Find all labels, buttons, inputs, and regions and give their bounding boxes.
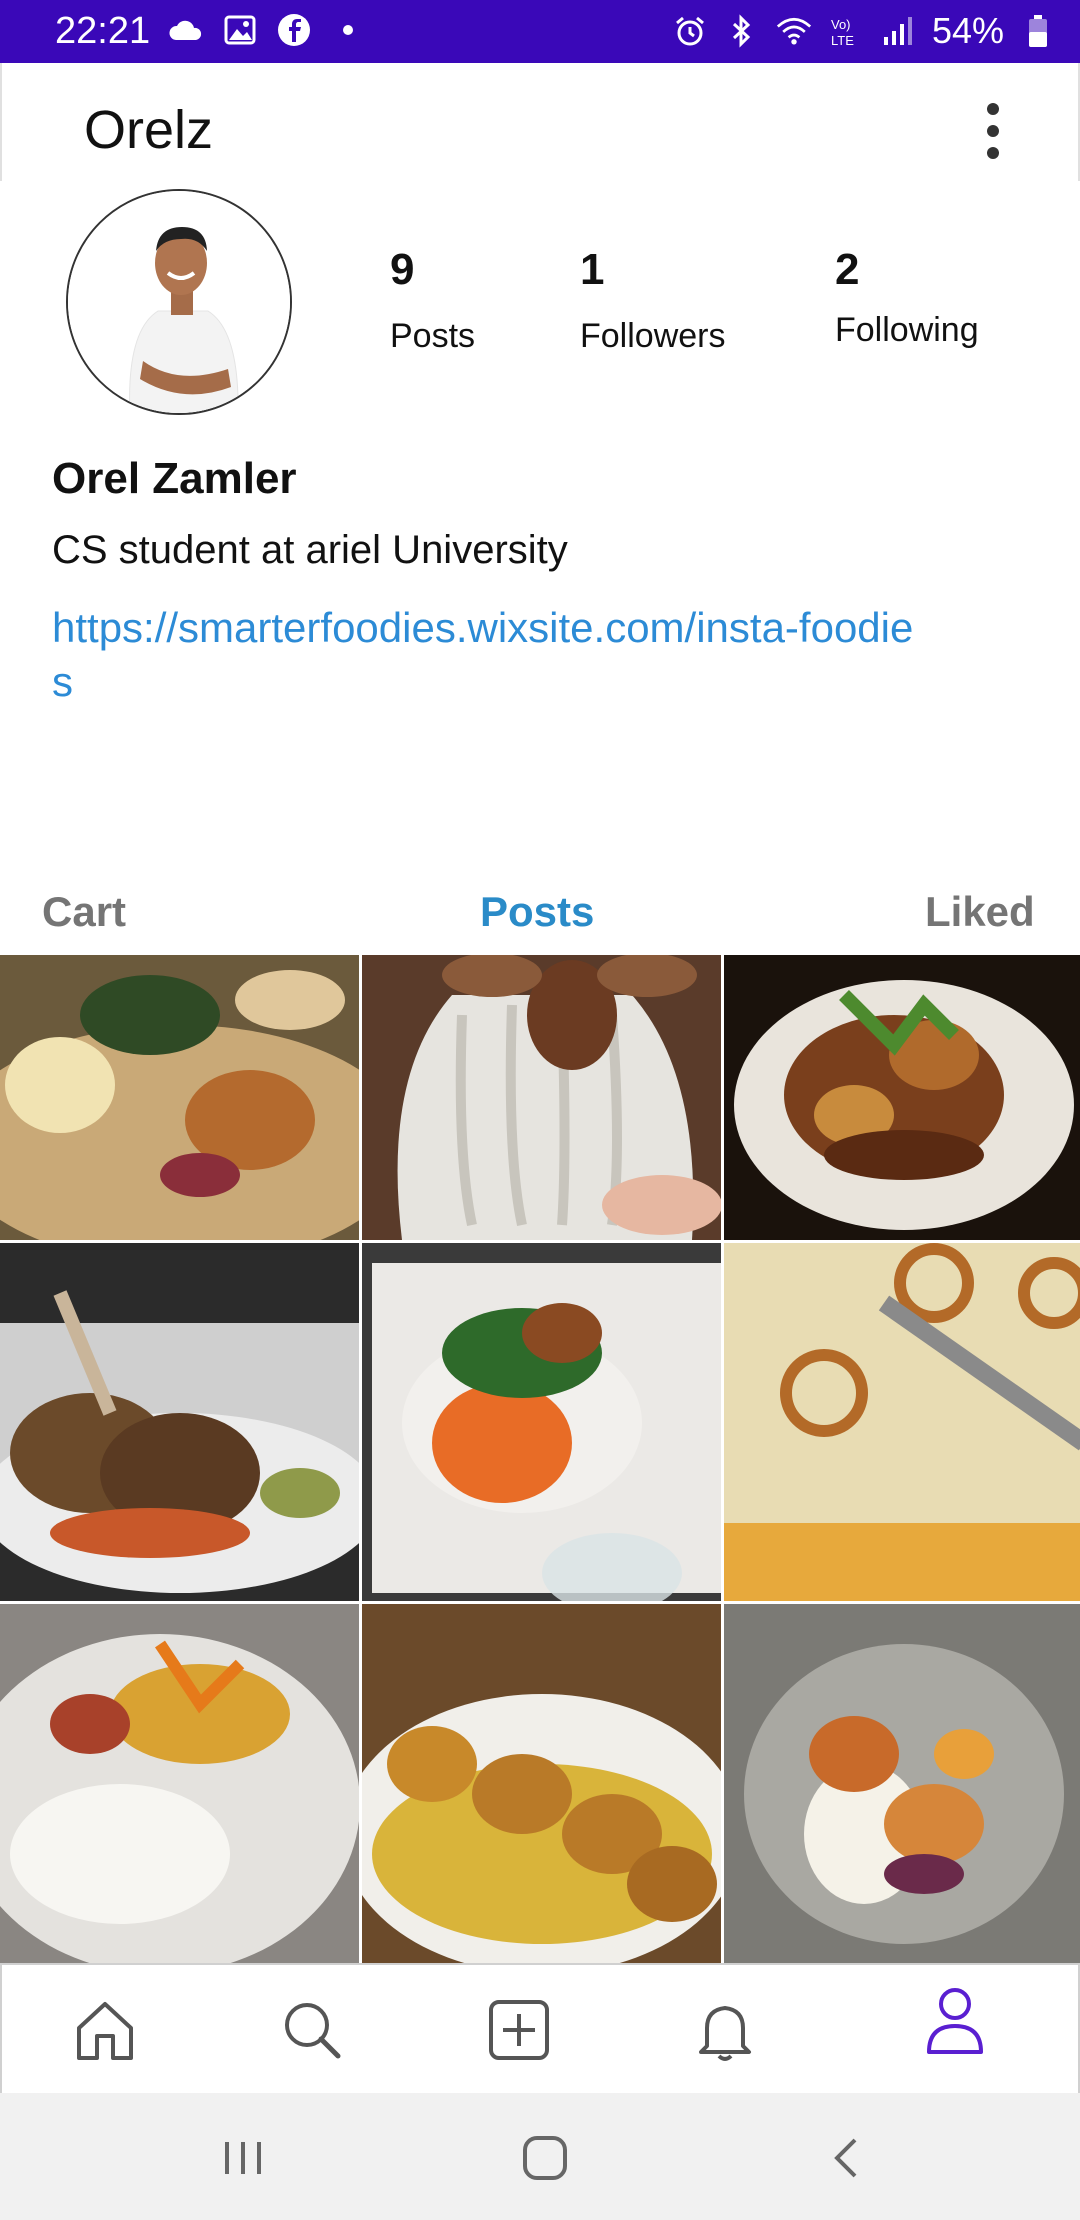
app-bar: Orelz (0, 63, 1080, 181)
back-icon[interactable] (812, 2123, 882, 2193)
svg-text:LTE: LTE (831, 33, 854, 48)
wifi-icon (776, 13, 812, 49)
status-bar: 22:21 Vo) LTE 54% (0, 0, 1080, 63)
tab-cart[interactable]: Cart (42, 888, 126, 936)
post-thumbnail[interactable] (0, 1243, 359, 1601)
add-post-icon[interactable] (474, 1985, 564, 2075)
profile-name: Orel Zamler (52, 454, 297, 503)
app-bar-title: Orelz (84, 100, 214, 160)
battery-percent: 54% (931, 10, 1004, 51)
status-time: 22:21 (55, 10, 151, 52)
cloud-icon (168, 12, 204, 48)
posts-stat[interactable]: 9 Posts (390, 245, 475, 356)
notifications-icon[interactable] (680, 1985, 770, 2075)
posts-count: 9 (390, 245, 415, 294)
following-label: Following (835, 311, 979, 349)
post-thumbnail[interactable] (0, 955, 359, 1240)
tab-posts[interactable]: Posts (480, 888, 594, 936)
profile-icon[interactable] (910, 1975, 1000, 2065)
svg-text:Vo): Vo) (831, 17, 851, 32)
followers-label: Followers (580, 317, 726, 355)
battery-icon (1020, 13, 1056, 49)
signal-icon (880, 13, 916, 49)
post-thumbnail[interactable] (362, 955, 721, 1240)
dot-icon (330, 12, 366, 48)
following-stat[interactable]: 2 Following (835, 245, 979, 350)
recent-apps-icon[interactable] (208, 2123, 278, 2193)
facebook-icon (276, 12, 312, 48)
profile-tabs: Cart Posts Liked (0, 870, 1080, 955)
alarm-icon (672, 13, 708, 49)
post-thumbnail[interactable] (362, 1243, 721, 1601)
followers-stat[interactable]: 1 Followers (580, 245, 725, 356)
posts-grid (0, 955, 1080, 1964)
bottom-nav (0, 1963, 1080, 2093)
profile-link[interactable]: https://smarterfoodies.wixsite.com/insta… (52, 601, 932, 709)
search-icon[interactable] (267, 1985, 357, 2075)
more-vert-icon[interactable] (978, 101, 1008, 161)
profile-bio: CS student at ariel University (52, 528, 568, 572)
image-icon (222, 12, 258, 48)
avatar[interactable] (66, 189, 292, 415)
system-nav-bar (0, 2093, 1080, 2220)
home-icon[interactable] (60, 1985, 150, 2075)
post-thumbnail[interactable] (724, 1604, 1080, 1964)
followers-count: 1 (580, 245, 605, 294)
following-count: 2 (835, 245, 860, 294)
volte-icon: Vo) LTE (828, 13, 864, 49)
tab-liked[interactable]: Liked (925, 888, 1035, 936)
bluetooth-icon (724, 13, 760, 49)
home-button-icon[interactable] (510, 2123, 580, 2193)
post-thumbnail[interactable] (724, 955, 1080, 1240)
post-thumbnail[interactable] (724, 1243, 1080, 1601)
posts-label: Posts (390, 317, 476, 355)
post-thumbnail[interactable] (0, 1604, 359, 1964)
post-thumbnail[interactable] (362, 1604, 721, 1964)
